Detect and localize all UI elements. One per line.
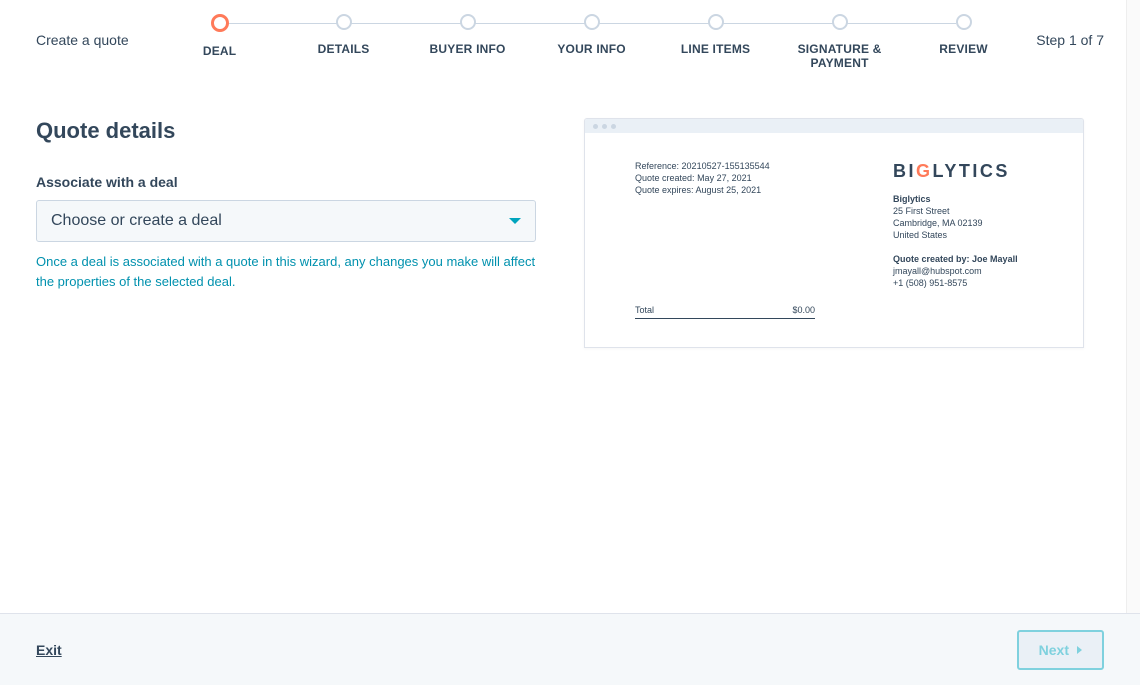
preview-company-name: Biglytics bbox=[893, 194, 1033, 204]
next-button[interactable]: Next bbox=[1017, 630, 1104, 670]
caret-down-icon bbox=[509, 218, 521, 224]
exit-button[interactable]: Exit bbox=[36, 642, 62, 658]
preview-address: 25 First Street bbox=[893, 206, 1033, 216]
next-button-label: Next bbox=[1039, 642, 1069, 658]
step-label: DEAL bbox=[203, 44, 236, 58]
window-dot-icon bbox=[602, 124, 607, 129]
step-your-info[interactable]: YOUR INFO bbox=[530, 14, 654, 56]
preview-email: jmayall@hubspot.com bbox=[893, 266, 1033, 276]
preview-address: Cambridge, MA 02139 bbox=[893, 218, 1033, 228]
step-label: BUYER INFO bbox=[430, 42, 506, 56]
step-circle-icon bbox=[336, 14, 352, 30]
preview-expires: Quote expires: August 25, 2021 bbox=[635, 185, 853, 195]
step-circle-icon bbox=[211, 14, 229, 32]
step-buyer-info[interactable]: BUYER INFO bbox=[406, 14, 530, 56]
preview-titlebar bbox=[585, 119, 1083, 133]
step-circle-icon bbox=[460, 14, 476, 30]
stepper: DEAL DETAILS BUYER INFO YOUR INFO LINE I… bbox=[158, 14, 1026, 70]
step-signature-payment[interactable]: SIGNATURE & PAYMENT bbox=[778, 14, 902, 70]
scrollbar[interactable] bbox=[1126, 0, 1140, 613]
deal-help-text: Once a deal is associated with a quote i… bbox=[36, 252, 536, 291]
window-dot-icon bbox=[593, 124, 598, 129]
quote-preview: Reference: 20210527-155135544 Quote crea… bbox=[584, 118, 1084, 348]
step-line-items[interactable]: LINE ITEMS bbox=[654, 14, 778, 56]
company-logo: BIGLYTICS bbox=[893, 161, 1033, 182]
step-review[interactable]: REVIEW bbox=[902, 14, 1026, 56]
step-label: LINE ITEMS bbox=[681, 42, 750, 56]
preview-address: United States bbox=[893, 230, 1033, 240]
step-circle-icon bbox=[832, 14, 848, 30]
step-label: SIGNATURE & PAYMENT bbox=[778, 42, 902, 70]
preview-total-row: Total $0.00 bbox=[635, 305, 815, 319]
step-label: DETAILS bbox=[318, 42, 370, 56]
deal-select-placeholder: Choose or create a deal bbox=[51, 212, 222, 230]
step-deal[interactable]: DEAL bbox=[158, 14, 282, 58]
preview-total-label: Total bbox=[635, 305, 654, 315]
step-label: YOUR INFO bbox=[557, 42, 625, 56]
deal-select[interactable]: Choose or create a deal bbox=[36, 200, 536, 242]
preview-created: Quote created: May 27, 2021 bbox=[635, 173, 853, 183]
step-circle-icon bbox=[584, 14, 600, 30]
page-title: Create a quote bbox=[36, 14, 158, 48]
preview-total-value: $0.00 bbox=[792, 305, 815, 315]
wizard-footer: Exit Next bbox=[0, 613, 1140, 685]
section-title: Quote details bbox=[36, 118, 536, 144]
step-circle-icon bbox=[708, 14, 724, 30]
step-circle-icon bbox=[956, 14, 972, 30]
window-dot-icon bbox=[611, 124, 616, 129]
step-counter: Step 1 of 7 bbox=[1026, 14, 1104, 48]
step-label: REVIEW bbox=[939, 42, 988, 56]
step-details[interactable]: DETAILS bbox=[282, 14, 406, 56]
preview-reference: Reference: 20210527-155135544 bbox=[635, 161, 853, 171]
chevron-right-icon bbox=[1077, 646, 1082, 654]
preview-created-by: Quote created by: Joe Mayall bbox=[893, 254, 1033, 264]
deal-field-label: Associate with a deal bbox=[36, 174, 536, 190]
preview-phone: +1 (508) 951-8575 bbox=[893, 278, 1033, 288]
